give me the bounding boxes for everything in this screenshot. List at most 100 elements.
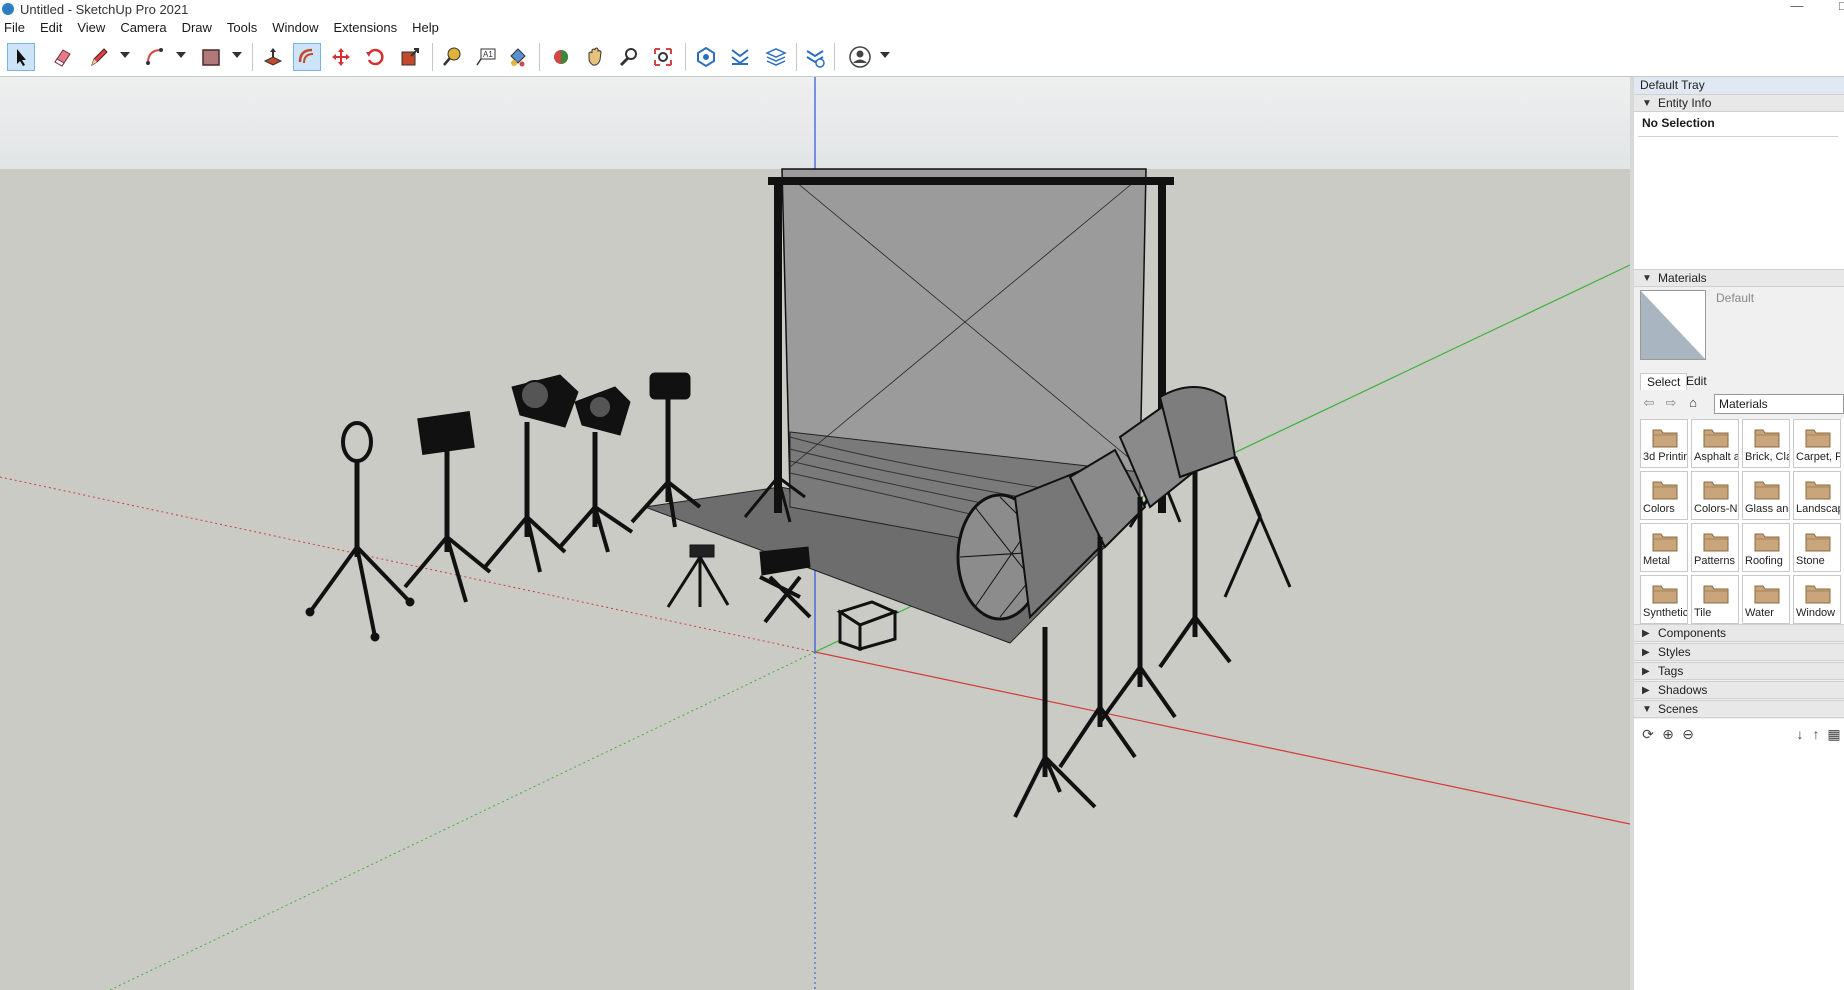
menu-window[interactable]: Window (272, 20, 318, 35)
material-folder-item[interactable]: Brick, Cla (1742, 419, 1790, 468)
material-folder-item[interactable]: Patterns (1691, 523, 1739, 572)
model-viewport[interactable] (0, 77, 1630, 990)
rotate-tool-button[interactable] (361, 43, 389, 71)
material-folder-item[interactable]: Tile (1691, 575, 1739, 624)
orbit-tool-button[interactable] (547, 43, 575, 71)
move-tool-button[interactable] (327, 43, 355, 71)
materials-collection-select[interactable]: Materials (1714, 394, 1844, 414)
menu-draw[interactable]: Draw (182, 20, 212, 35)
components-header[interactable]: ▶ Components (1634, 624, 1844, 642)
materials-tab-select[interactable]: Select (1640, 373, 1688, 390)
paint-bucket-icon (510, 48, 526, 67)
extension-manager-button[interactable] (801, 43, 829, 71)
view-options-icon[interactable]: ▦ (1826, 726, 1842, 742)
material-folder-item[interactable]: Asphalt a (1691, 419, 1739, 468)
material-folder-item[interactable]: Synthetic (1640, 575, 1688, 624)
materials-label: Materials (1658, 271, 1707, 285)
shape-dropdown-arrow[interactable] (232, 52, 242, 58)
toolbar-separator (539, 43, 540, 71)
arc-dropdown-arrow[interactable] (176, 52, 186, 58)
line-dropdown-arrow[interactable] (120, 52, 130, 58)
folder-icon (1703, 481, 1729, 500)
move-arrows-icon (332, 48, 350, 66)
folder-icon (1652, 585, 1678, 604)
warehouse-icon (697, 46, 715, 68)
refresh-icon[interactable]: ⟳ (1640, 726, 1656, 742)
material-folder-item[interactable]: Carpet, F (1793, 419, 1841, 468)
pencil-icon (91, 48, 108, 67)
material-folder-item[interactable]: Roofing (1742, 523, 1790, 572)
scenes-header[interactable]: ▼ Scenes (1634, 700, 1844, 718)
add-scene-icon[interactable]: ⊕ (1660, 726, 1676, 742)
tape-measure-tool-button[interactable] (438, 43, 466, 71)
entity-info-header[interactable]: ▼ Entity Info (1634, 94, 1844, 112)
arrow-cursor-icon (17, 49, 26, 66)
expanded-triangle-icon: ▼ (1642, 273, 1652, 284)
menu-view[interactable]: View (77, 20, 105, 35)
account-dropdown-arrow[interactable] (880, 52, 890, 58)
push-pull-tool-button[interactable] (259, 43, 287, 71)
3d-warehouse-button[interactable] (692, 43, 720, 71)
restore-button[interactable]: □ (1828, 0, 1844, 16)
user-account-icon (849, 46, 871, 68)
menu-edit[interactable]: Edit (40, 20, 62, 35)
title-bar: Untitled - SketchUp Pro 2021 — □ (0, 0, 1844, 18)
offset-tool-button[interactable] (293, 43, 321, 71)
material-folder-label: Water (1745, 607, 1774, 619)
materials-tab-edit[interactable]: Edit (1686, 374, 1707, 388)
layout-button[interactable] (762, 43, 790, 71)
text-tool-button[interactable]: A1 (472, 43, 500, 71)
push-pull-icon (263, 48, 283, 66)
home-icon[interactable]: ⌂ (1684, 395, 1702, 413)
zoom-extents-tool-button[interactable] (649, 43, 677, 71)
menu-file[interactable]: File (4, 20, 25, 35)
material-folder-item[interactable]: 3d Printin (1640, 419, 1688, 468)
material-folder-item[interactable]: Colors (1640, 471, 1688, 520)
eraser-tool-button[interactable] (48, 43, 76, 71)
material-folder-item[interactable]: Window (1793, 575, 1841, 624)
move-scene-up-icon[interactable]: ↑ (1808, 726, 1824, 742)
material-folder-item[interactable]: Stone (1793, 523, 1841, 572)
menu-camera[interactable]: Camera (120, 20, 166, 35)
material-folder-item[interactable]: Landscap (1793, 471, 1841, 520)
select-tool-button[interactable] (7, 43, 35, 71)
styles-header[interactable]: ▶ Styles (1634, 643, 1844, 661)
minimize-button[interactable]: — (1782, 0, 1812, 16)
tags-label: Tags (1658, 664, 1684, 678)
forward-arrow-icon[interactable]: ⇨ (1662, 395, 1680, 413)
tags-header[interactable]: ▶ Tags (1634, 662, 1844, 680)
current-material-swatch[interactable] (1640, 290, 1706, 360)
shadows-header[interactable]: ▶ Shadows (1634, 681, 1844, 699)
extension-warehouse-button[interactable] (726, 43, 754, 71)
material-folder-item[interactable]: Colors-N (1691, 471, 1739, 520)
scene-canvas[interactable] (0, 77, 1630, 990)
toolbar-separator (252, 43, 253, 71)
folder-icon (1652, 533, 1678, 552)
paint-bucket-tool-button[interactable] (504, 43, 532, 71)
remove-scene-icon[interactable]: ⊖ (1680, 726, 1696, 742)
material-folder-item[interactable]: Metal (1640, 523, 1688, 572)
menu-help[interactable]: Help (412, 20, 439, 35)
menu-tools[interactable]: Tools (227, 20, 257, 35)
collapsed-triangle-icon: ▶ (1642, 666, 1650, 677)
expanded-triangle-icon: ▼ (1642, 98, 1652, 109)
materials-header[interactable]: ▼ Materials (1634, 269, 1844, 287)
toolbar-separator (685, 43, 686, 71)
folder-icon (1652, 481, 1678, 500)
scale-tool-button[interactable] (396, 43, 424, 71)
material-folder-label: Glass and (1745, 503, 1790, 515)
pan-tool-button[interactable] (581, 43, 609, 71)
line-tool-button[interactable] (85, 43, 113, 71)
zoom-tool-button[interactable] (615, 43, 643, 71)
rectangle-tool-button[interactable] (197, 43, 225, 71)
account-button[interactable] (846, 43, 874, 71)
layers-icon (765, 48, 787, 66)
material-folder-item[interactable]: Glass and (1742, 471, 1790, 520)
arc-tool-button[interactable] (141, 43, 169, 71)
arc-icon (146, 48, 163, 65)
material-folder-item[interactable]: Water (1742, 575, 1790, 624)
menu-extensions[interactable]: Extensions (334, 20, 398, 35)
back-arrow-icon[interactable]: ⇦ (1640, 395, 1658, 413)
move-scene-down-icon[interactable]: ↓ (1792, 726, 1808, 742)
materials-panel: Default Select Edit ⇦ ⇨ ⌂ Materials 3d P… (1634, 287, 1844, 627)
